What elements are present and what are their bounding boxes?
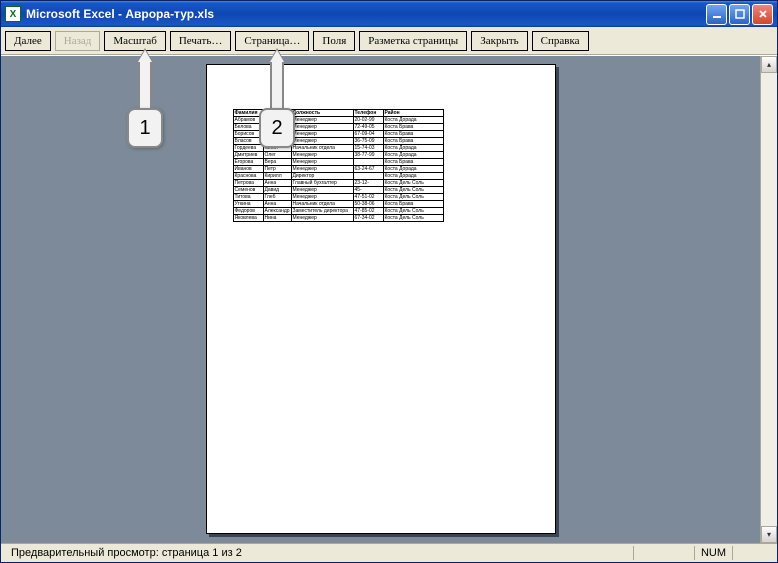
scroll-up-button[interactable]: ▴ (761, 56, 777, 73)
close-preview-button[interactable]: Закрыть (471, 31, 527, 51)
callout-2: 2 (259, 48, 295, 148)
app-window: Microsoft Excel - Аврора-тур.xls Далее Н… (0, 0, 778, 563)
scroll-track[interactable] (761, 73, 777, 526)
page-area[interactable]: ФамилияИмяДолжностьТелефонРайон АбрамовБ… (1, 56, 760, 543)
toolbar: Далее Назад Масштаб Печать… Страница… По… (1, 27, 777, 55)
table-row: КрасноваКириллДиректорКоста Дорада (233, 173, 443, 180)
maximize-button[interactable] (729, 4, 750, 25)
print-button[interactable]: Печать… (170, 31, 232, 51)
close-icon (758, 9, 768, 19)
column-header: Телефон (353, 110, 383, 117)
vertical-scrollbar[interactable]: ▴ ▾ (760, 56, 777, 543)
callout-1-label: 1 (127, 108, 163, 148)
workspace: ФамилияИмяДолжностьТелефонРайон АбрамовБ… (1, 55, 777, 543)
maximize-icon (735, 9, 745, 19)
close-window-button[interactable] (752, 4, 773, 25)
back-button: Назад (55, 31, 101, 51)
window-title: Microsoft Excel - Аврора-тур.xls (26, 7, 706, 21)
table-row: ЕгороваВераМенеджерКоста Брава (233, 159, 443, 166)
help-button[interactable]: Справка (532, 31, 589, 51)
callout-1: 1 (127, 48, 163, 148)
page-layout-button[interactable]: Разметка страницы (359, 31, 467, 51)
margins-button[interactable]: Поля (313, 31, 355, 51)
table-row: УткинаАннаНачальник отдела50-38-06Коста … (233, 201, 443, 208)
next-button[interactable]: Далее (5, 31, 51, 51)
scroll-down-button[interactable]: ▾ (761, 526, 777, 543)
titlebar: Microsoft Excel - Аврора-тур.xls (1, 1, 777, 27)
excel-icon (5, 6, 21, 22)
preview-page: ФамилияИмяДолжностьТелефонРайон АбрамовБ… (206, 64, 556, 534)
column-header: Район (383, 110, 443, 117)
table-row: СеменовДавидМенеджер45-Коста Дель Соль (233, 187, 443, 194)
callout-2-label: 2 (259, 108, 295, 148)
table-row: ИвановПетрМенеджер63-24-67Коста Дорада (233, 166, 443, 173)
table-row: ЯковлеваНинаМенеджер67-34-02Коста Дель С… (233, 215, 443, 222)
table-row: ФедоровАлександрЗаместитель директора47-… (233, 208, 443, 215)
minimize-icon (712, 9, 722, 19)
minimize-button[interactable] (706, 4, 727, 25)
table-row: ПетроваАннаГлавный бухгалтер23-12-Коста … (233, 180, 443, 187)
column-header: Должность (291, 110, 353, 117)
window-buttons (706, 4, 773, 25)
table-row: ТитоваГлебМенеджер47-51-02Коста Дель Сол… (233, 194, 443, 201)
table-row: ДмитриевОлегМенеджер38-77-99Коста Дорада (233, 152, 443, 159)
statusbar: Предварительный просмотр: страница 1 из … (1, 543, 777, 562)
status-text: Предварительный просмотр: страница 1 из … (5, 547, 248, 559)
status-num: NUM (695, 547, 732, 559)
